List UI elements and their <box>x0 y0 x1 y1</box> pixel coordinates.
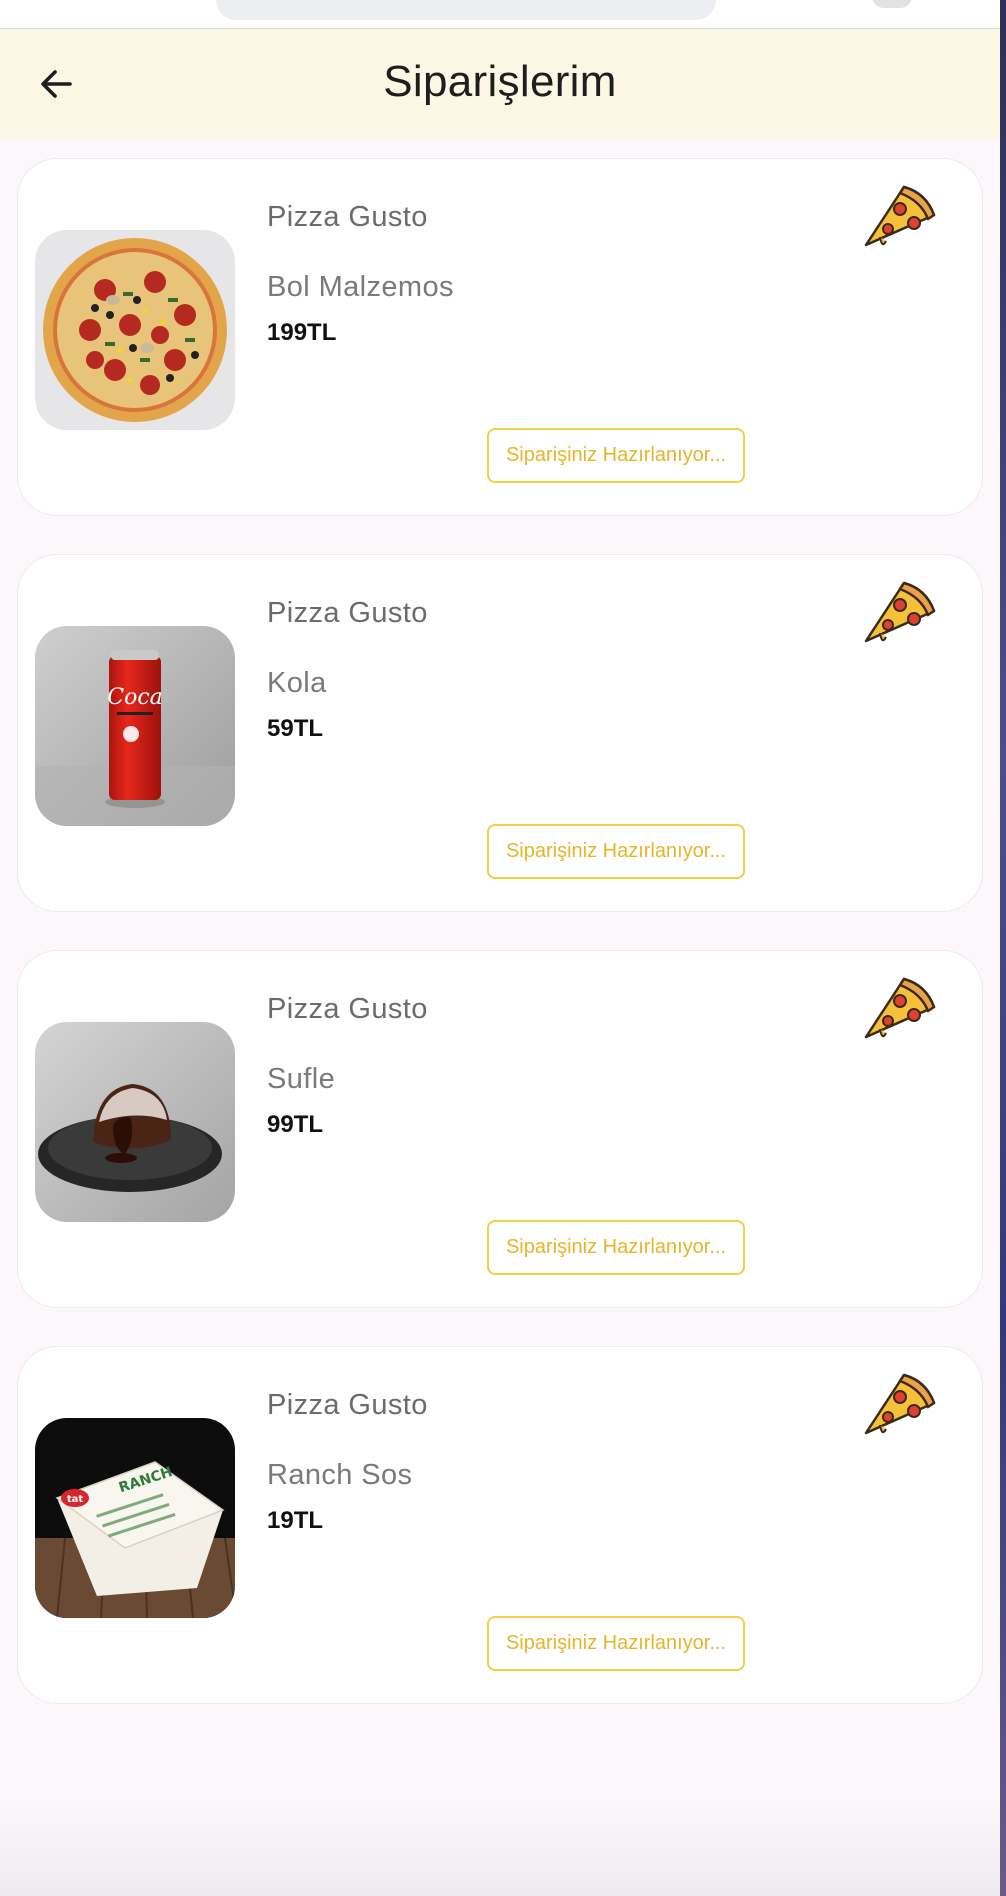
pizza-slice-icon <box>860 1367 940 1447</box>
order-card[interactable]: Pizza Gusto Bol Malzemos 199TL Siparişin… <box>17 158 983 516</box>
product-name: Sufle <box>267 1063 336 1095</box>
restaurant-name: Pizza Gusto <box>267 597 428 629</box>
product-price: 99TL <box>267 1111 324 1138</box>
pizza-slice-icon <box>860 575 940 655</box>
pizza-slice-icon <box>860 179 940 259</box>
svg-text:tat: tat <box>67 1494 84 1505</box>
order-card[interactable]: Pizza Gusto Sufle 99TL Siparişiniz Hazır… <box>17 950 983 1308</box>
profile-icon[interactable] <box>872 0 912 8</box>
desktop-background-strip <box>1000 0 1006 1896</box>
souffle-photo <box>35 1022 235 1222</box>
bottom-area <box>0 1800 1000 1896</box>
address-bar[interactable] <box>216 0 716 20</box>
pizza-slice-icon <box>860 971 940 1051</box>
product-name: Kola <box>267 667 327 699</box>
order-status-button[interactable]: Siparişiniz Hazırlanıyor... <box>487 1220 745 1275</box>
restaurant-name: Pizza Gusto <box>267 993 428 1025</box>
restaurant-name: Pizza Gusto <box>267 201 428 233</box>
page-title: Siparişlerim <box>383 57 617 106</box>
app-header: Siparişlerim <box>0 29 1000 140</box>
product-name: Bol Malzemos <box>267 271 454 303</box>
browser-toolbar <box>0 0 1000 29</box>
product-price: 199TL <box>267 319 337 346</box>
order-status-button[interactable]: Siparişiniz Hazırlanıyor... <box>487 1616 745 1671</box>
pizza-photo <box>35 230 235 430</box>
app-screen: Siparişlerim Pizza Gusto Bol Malzemos 19… <box>0 0 1000 1896</box>
order-card[interactable]: Coca Pizza Gusto Kola 59TL Siparişiniz H… <box>17 554 983 912</box>
product-price: 59TL <box>267 715 324 742</box>
cola-can-photo: Coca <box>35 626 235 826</box>
order-card[interactable]: tat RANCH Pizza Gusto Ranch Sos 19TL Sip… <box>17 1346 983 1704</box>
order-status-button[interactable]: Siparişiniz Hazırlanıyor... <box>487 824 745 879</box>
restaurant-name: Pizza Gusto <box>267 1389 428 1421</box>
product-name: Ranch Sos <box>267 1459 413 1491</box>
svg-text:Coca: Coca <box>107 685 163 710</box>
product-price: 19TL <box>267 1507 324 1534</box>
ranch-sauce-photo: tat RANCH <box>35 1418 235 1618</box>
order-status-button[interactable]: Siparişiniz Hazırlanıyor... <box>487 428 745 483</box>
